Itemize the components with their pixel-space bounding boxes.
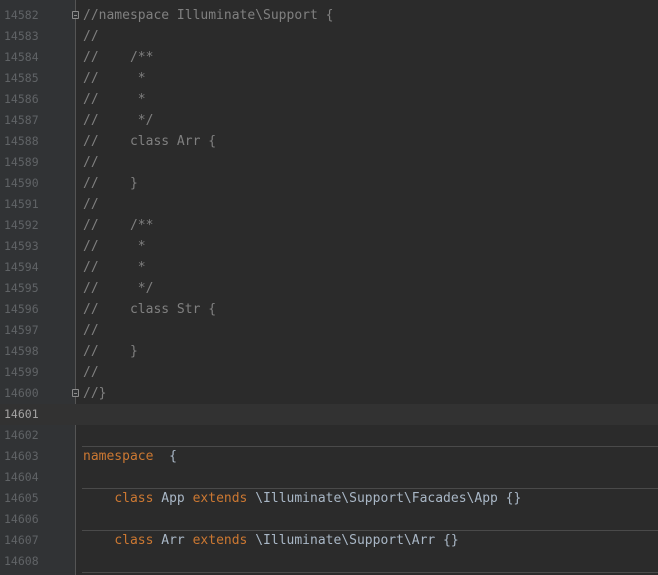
code-line[interactable]: 14605 class App extends \Illuminate\Supp… [0,488,658,509]
line-number: 14606 [4,512,39,526]
code-line[interactable]: 14608 [0,551,658,572]
line-number: 14599 [4,365,39,379]
line-number: 14584 [4,50,39,64]
current-line[interactable]: 14601 [0,404,658,425]
code-line[interactable]: 14590 // } [0,173,658,194]
line-number: 14598 [4,344,39,358]
line-number: 14601 [4,407,39,421]
code-line[interactable]: 14583 // [0,26,658,47]
line-number: 14583 [4,29,39,43]
code-line[interactable]: 14599 // [0,362,658,383]
extends-keyword: extends [192,533,248,548]
comment-text: // /** [83,218,154,233]
line-number: 14607 [4,533,39,547]
code-line[interactable]: 14604 [0,467,658,488]
code-line[interactable]: 14591 // [0,194,658,215]
code-line[interactable]: 14600 //} [0,383,658,404]
line-number: 14590 [4,176,39,190]
class-keyword: class [114,533,154,548]
comment-text: // * [83,239,146,254]
line-number: 14608 [4,554,39,568]
class-name: App [161,491,185,506]
method-separator [82,572,658,573]
code-line[interactable]: 14606 [0,509,658,530]
comment-text: // */ [83,281,154,296]
comment-text: // [83,29,99,44]
code-line[interactable]: 14598 // } [0,341,658,362]
namespace-keyword: namespace [83,449,154,464]
line-number: 14592 [4,218,39,232]
line-number: 14597 [4,323,39,337]
comment-text: // class Arr { [83,134,217,149]
line-number: 14591 [4,197,39,211]
line-number: 14594 [4,260,39,274]
comment-text: //namespace Illuminate\Support { [83,8,334,23]
code-line[interactable]: 14593 // * [0,236,658,257]
comment-text: // * [83,260,146,275]
fold-marker-icon[interactable] [72,11,79,19]
code-line[interactable]: 14607 class Arr extends \Illuminate\Supp… [0,530,658,551]
line-number: 14593 [4,239,39,253]
code-line[interactable]: 14585 // * [0,68,658,89]
line-number: 14602 [4,428,39,442]
parent-class: \Illuminate\Support\Facades\App {} [255,491,522,506]
comment-text: // [83,155,99,170]
comment-text: // } [83,176,138,191]
fold-marker-icon[interactable] [72,389,79,397]
code-line[interactable]: 14592 // /** [0,215,658,236]
code-line[interactable]: 14595 // */ [0,278,658,299]
code-line[interactable]: 14603 namespace { [0,446,658,467]
comment-text: // [83,323,99,338]
line-number: 14605 [4,491,39,505]
code-line[interactable]: 14596 // class Str { [0,299,658,320]
code-line[interactable]: 14594 // * [0,257,658,278]
line-number: 14600 [4,386,39,400]
line-number: 14587 [4,113,39,127]
comment-text: //} [83,386,107,401]
comment-text: // * [83,71,146,86]
comment-text: // [83,197,99,212]
class-app-declaration: class App extends \Illuminate\Support\Fa… [83,488,521,509]
code-line[interactable]: 14584 // /** [0,47,658,68]
comment-text: // class Str { [83,302,217,317]
comment-text: // [83,365,99,380]
line-number: 14589 [4,155,39,169]
code-editor[interactable]: 14582//namespace Illuminate\Support {145… [0,0,658,575]
parent-class: \Illuminate\Support\Arr {} [255,533,459,548]
code-line[interactable]: 14589 // [0,152,658,173]
namespace-statement: namespace { [83,446,177,467]
line-number: 14596 [4,302,39,316]
code-line[interactable]: 14597 // [0,320,658,341]
comment-text: // */ [83,113,154,128]
line-number: 14586 [4,92,39,106]
line-number: 14588 [4,134,39,148]
code-line[interactable]: 14586 // * [0,89,658,110]
namespace-brace: { [153,449,177,464]
line-number: 14595 [4,281,39,295]
line-number: 14604 [4,470,39,484]
comment-text: // } [83,344,138,359]
line-number: 14603 [4,449,39,463]
class-keyword: class [114,491,154,506]
code-line[interactable]: 14587 // */ [0,110,658,131]
extends-keyword: extends [192,491,248,506]
comment-text: // /** [83,50,154,65]
comment-text: // * [83,92,146,107]
line-number: 14582 [4,8,39,22]
class-name: Arr [161,533,185,548]
line-number: 14585 [4,71,39,85]
code-line[interactable]: 14602 [0,425,658,446]
class-arr-declaration: class Arr extends \Illuminate\Support\Ar… [83,530,459,551]
code-line[interactable]: 14588 // class Arr { [0,131,658,152]
code-line[interactable]: 14582 //namespace Illuminate\Support { [0,5,658,26]
